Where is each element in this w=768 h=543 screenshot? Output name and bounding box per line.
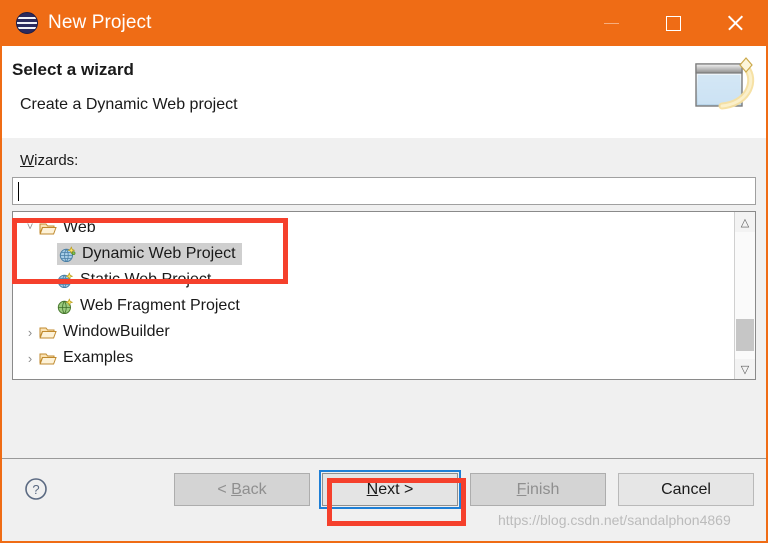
title-bar-left: New Project [2, 12, 152, 34]
tree-item-label: Web [63, 219, 96, 236]
chevron-down-icon[interactable]: ⱽ [21, 222, 39, 235]
eclipse-icon [16, 12, 38, 34]
chevron-up-icon[interactable]: △ [735, 212, 755, 232]
wizard-window-icon [686, 54, 758, 118]
dialog-header: Select a wizard Create a Dynamic Web pro… [2, 46, 766, 138]
search-input[interactable] [13, 178, 755, 204]
wizard-tree-panel: ⱽ Web Dynamic Web Project Static Web Pro… [12, 211, 756, 380]
tree-item-web[interactable]: ⱽ Web [13, 215, 734, 241]
new-project-dialog: New Project Select a wizard Create a Dyn… [0, 0, 768, 543]
maximize-button[interactable] [642, 0, 704, 46]
tree-vertical-scrollbar[interactable]: △ ▽ [734, 212, 755, 379]
cancel-button-label: Cancel [661, 480, 711, 498]
tree-item-label: Web Fragment Project [80, 297, 240, 314]
maximize-icon [665, 15, 681, 31]
svg-text:?: ? [32, 482, 39, 497]
wizards-label: Wizards: [20, 152, 756, 169]
next-button[interactable]: Next > [319, 470, 461, 509]
help-question-icon[interactable]: ? [24, 477, 48, 501]
dialog-buttons: < Back Next > Finish Cancel [174, 470, 754, 509]
close-icon [726, 14, 744, 32]
dialog-body: Wizards: ⱽ Web Dynamic Web Project Stati… [2, 138, 766, 458]
page-description: Create a Dynamic Web project [20, 96, 238, 113]
minimize-icon [603, 22, 619, 24]
tree-item-examples[interactable]: › Examples [13, 345, 734, 371]
back-button-label: < Back [217, 480, 267, 498]
close-button[interactable] [704, 0, 766, 46]
tree-item-static-web-project[interactable]: Static Web Project [13, 267, 734, 293]
dynamic-web-project-icon [59, 245, 76, 263]
dialog-footer: ? < Back Next > Finish Cancel [2, 458, 766, 539]
finish-button-label: Finish [516, 480, 560, 498]
tree-item-windowbuilder[interactable]: › WindowBuilder [13, 319, 734, 345]
title-bar: New Project [2, 0, 766, 46]
wizard-filter-field[interactable] [12, 177, 756, 205]
window-title: New Project [48, 12, 152, 33]
minimize-button[interactable] [580, 0, 642, 46]
tree-item-dynamic-web-project[interactable]: Dynamic Web Project [13, 241, 734, 267]
tree-item-label: Dynamic Web Project [82, 245, 236, 262]
tree-item-label: WindowBuilder [63, 323, 170, 340]
web-fragment-project-icon [57, 297, 74, 315]
wizards-label-rest: izards: [34, 152, 79, 169]
page-title: Select a wizard [12, 60, 134, 79]
chevron-right-icon[interactable]: › [21, 352, 39, 365]
finish-button[interactable]: Finish [470, 473, 606, 506]
chevron-right-icon[interactable]: › [21, 326, 39, 339]
tree-item-label: Examples [63, 349, 134, 366]
tree-item-label: Static Web Project [80, 271, 212, 288]
folder-open-icon [39, 325, 57, 340]
wizards-label-mnemonic: W [20, 152, 35, 169]
scrollbar-thumb[interactable] [736, 319, 754, 351]
chevron-down-icon[interactable]: ▽ [735, 359, 755, 379]
window-controls [580, 0, 766, 46]
tree-item-web-fragment-project[interactable]: Web Fragment Project [13, 293, 734, 319]
next-button-label: Next > [366, 480, 414, 498]
folder-open-icon [39, 221, 57, 236]
folder-open-icon [39, 351, 57, 366]
static-web-project-icon [57, 271, 74, 289]
wizard-tree[interactable]: ⱽ Web Dynamic Web Project Static Web Pro… [13, 212, 734, 379]
cancel-button[interactable]: Cancel [618, 473, 754, 506]
back-button[interactable]: < Back [174, 473, 310, 506]
